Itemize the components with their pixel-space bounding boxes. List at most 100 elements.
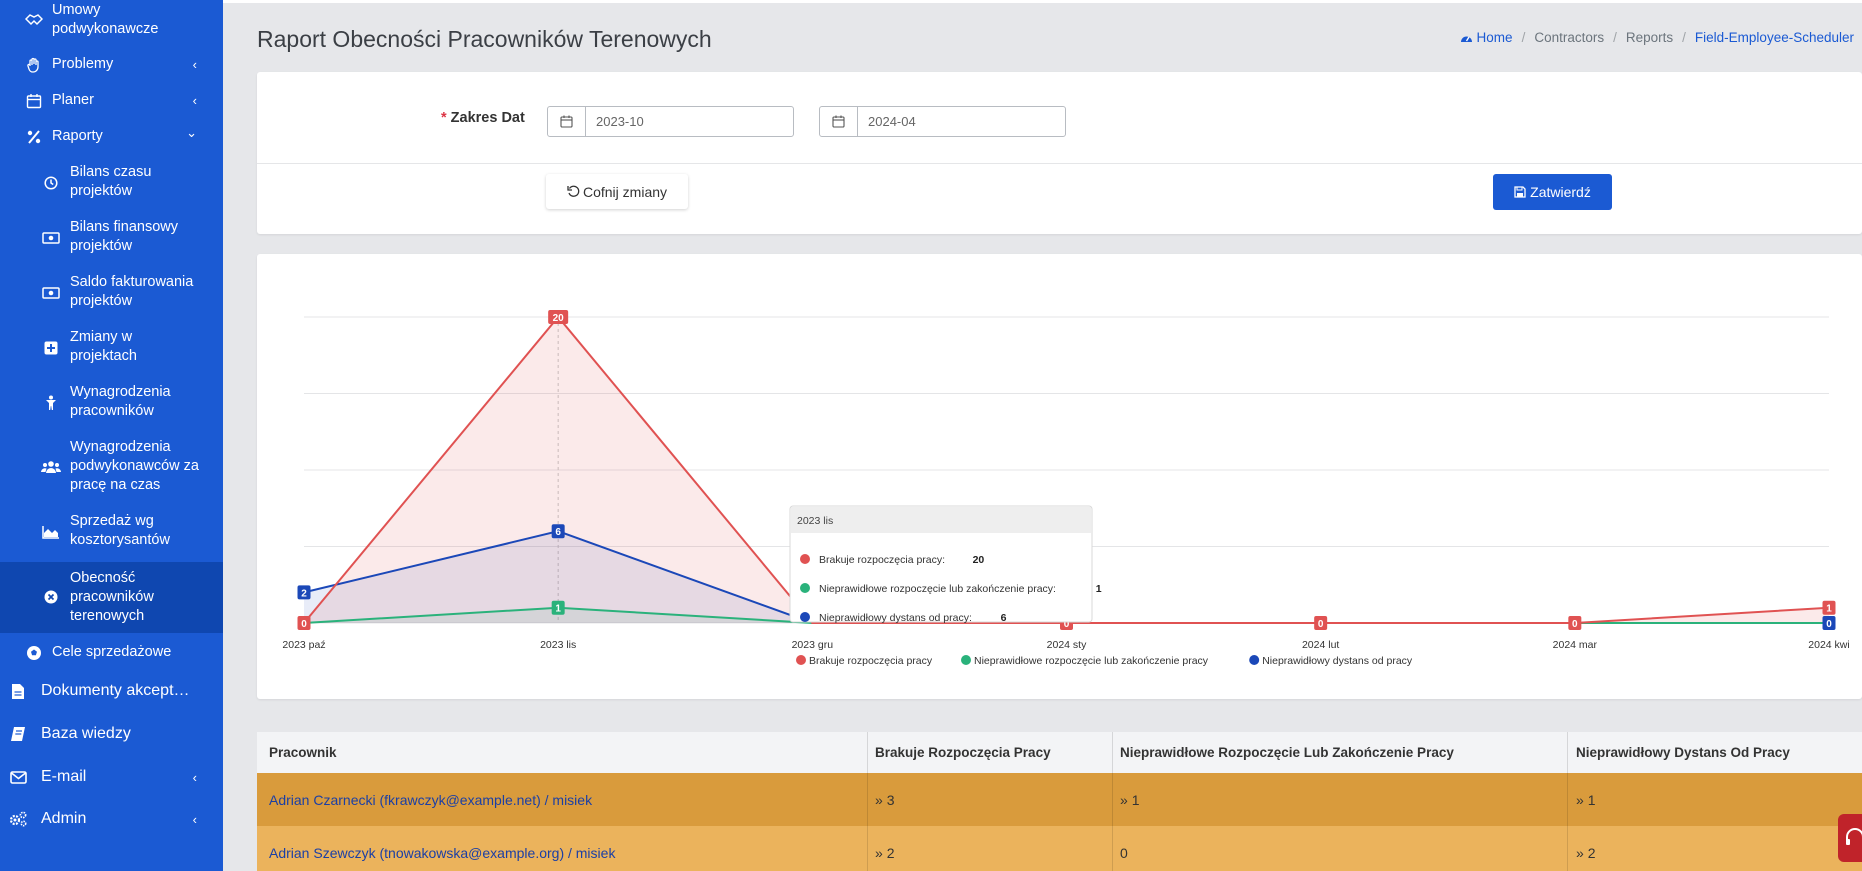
date-from-value[interactable]: 2023-10 [586, 107, 644, 136]
invalid-start-cell: 0 [1113, 826, 1568, 871]
reset-button[interactable]: Cofnij zmiany [546, 174, 688, 209]
money-icon [41, 228, 61, 248]
data-label: 20 [548, 310, 569, 324]
sidebar-item-saldo-fakturowania[interactable]: Saldo fakturowania projektów [0, 271, 223, 315]
invalid-distance-value: 1 [1587, 791, 1596, 808]
date-range-label: * Zakres Dat [441, 110, 525, 126]
sidebar-item-zmiany-w-projektach[interactable]: Zmiany w projektach [0, 326, 223, 370]
svg-text:20: 20 [553, 313, 565, 324]
money-icon [41, 283, 61, 303]
tooltip-row-label: Brakuje rozpoczęcia pracy: [819, 554, 945, 566]
legend-item[interactable]: Nieprawidłowe rozpoczęcie lub zakończeni… [961, 655, 1209, 667]
angle-double-right-icon: » [1120, 791, 1128, 808]
sidebar-item-dokumenty[interactable]: Dokumenty akcept… [0, 679, 223, 703]
sidebar-item-wynagrodzenia-pracownikow[interactable]: Wynagrodzenia pracowników [0, 381, 223, 425]
data-label: 1 [1822, 600, 1836, 615]
plus-square-icon [41, 338, 61, 358]
sidebar-item-label-2: projektów [70, 183, 133, 199]
sidebar-item-admin[interactable]: Admin ‹ [0, 807, 223, 831]
attendance-chart: 12600200 0 012023 paź 2023 lis 2023 gru 2024 … [282, 310, 1850, 667]
calendar-icon[interactable] [820, 107, 858, 136]
breadcrumb-current[interactable]: Field-Employee-Scheduler [1695, 30, 1854, 45]
sidebar-item-obecnosc-pracownikow[interactable]: Obecność pracowników terenowych [0, 562, 223, 633]
employee-link[interactable]: Adrian Czarnecki (fkrawczyk@example.net)… [269, 792, 592, 808]
invalid-distance-cell[interactable]: » 2 [1568, 826, 1862, 871]
sidebar-item-label-2: podwykonawców za [70, 458, 199, 474]
page-title: Raport Obecności Pracowników Terenowych [257, 26, 712, 52]
header-employee[interactable]: Pracownik [257, 732, 868, 773]
sidebar-item-baza-wiedzy[interactable]: Baza wiedzy [0, 722, 223, 746]
breadcrumb-contractors[interactable]: Contractors [1534, 30, 1604, 45]
chevron-left-icon: ‹ [192, 93, 197, 108]
sidebar-item-wynagrodzenia-podwykonawcow[interactable]: Wynagrodzenia podwykonawców za pracę na … [0, 436, 223, 498]
svg-text:Nieprawidłowy dystans od pracy: Nieprawidłowy dystans od pracy [1262, 655, 1413, 667]
sidebar-item-label-1: Umowy [52, 2, 101, 18]
submit-button[interactable]: Zatwierdź [1493, 174, 1612, 210]
svg-text:0: 0 [1826, 619, 1832, 630]
breadcrumb-home[interactable]: Home [1460, 30, 1513, 45]
missing-start-cell[interactable]: » 2 [868, 826, 1113, 871]
date-to-field[interactable]: 2024-04 [819, 106, 1066, 137]
invalid-start-cell[interactable]: » 1 [1113, 773, 1568, 826]
top-border [223, 0, 1862, 3]
invalid-distance-cell[interactable]: » 1 [1568, 773, 1862, 826]
sidebar-item-problemy[interactable]: Problemy ‹ [0, 53, 223, 77]
tooltip-title: 2023 lis [797, 515, 833, 527]
data-label: 0 [1568, 616, 1582, 630]
svg-text:0: 0 [1318, 619, 1324, 630]
legend-item[interactable]: Brakuje rozpoczęcia pracy [796, 655, 933, 667]
x-tick-label: 2024 sty [1047, 639, 1087, 651]
table-header-row: Pracownik Brakuje Rozpoczęcia Pracy Niep… [257, 732, 1862, 773]
date-from-field[interactable]: 2023-10 [547, 106, 794, 137]
chevron-left-icon: ‹ [192, 812, 197, 827]
undo-icon [567, 185, 580, 197]
x-tick-label: 2024 kwi [1808, 639, 1849, 651]
sidebar-item-planer[interactable]: Planer ‹ [0, 89, 223, 113]
submit-button-label: Zatwierdź [1530, 184, 1591, 200]
support-widget-button[interactable] [1838, 814, 1862, 862]
legend-item[interactable]: Nieprawidłowy dystans od pracy [1249, 655, 1413, 667]
sidebar-item-label: Cele sprzedażowe [52, 644, 172, 660]
envelope-icon [8, 767, 28, 787]
x-tick-label: 2023 lis [540, 639, 576, 651]
sidebar-item-sprzedaz-wg-kosztorysantow[interactable]: Sprzedaż wg kosztorysantów [0, 510, 223, 554]
breadcrumb-reports[interactable]: Reports [1626, 30, 1673, 45]
sidebar-item-bilans-czasu[interactable]: Bilans czasu projektów [0, 161, 223, 205]
sidebar-item-label-1: Bilans czasu [70, 164, 152, 180]
sidebar-item-cele-sprzedazowe[interactable]: Cele sprzedażowe [0, 640, 223, 664]
table-row: Adrian Szewczyk (tnowakowska@example.org… [257, 826, 1862, 871]
file-icon [8, 681, 28, 701]
invalid-start-value: 0 [1120, 844, 1128, 861]
sidebar-item-label: Admin [41, 810, 87, 827]
times-circle-icon [41, 587, 61, 607]
handshake-icon [24, 9, 44, 29]
breadcrumb-separator: / [1682, 30, 1686, 45]
sidebar-item-label-1: Wynagrodzenia [70, 439, 171, 455]
sidebar-item-bilans-finansowy[interactable]: Bilans finansowy projektów [0, 216, 223, 260]
sidebar-item-raporty[interactable]: Raporty ⌄ [0, 125, 223, 149]
date-to-value[interactable]: 2024-04 [858, 107, 916, 136]
book-icon [8, 724, 28, 744]
sidebar-item-label-2: pracowników [70, 589, 154, 605]
tooltip-row-value: 6 [1001, 612, 1007, 624]
angle-double-right-icon: » [875, 844, 883, 861]
employee-link[interactable]: Adrian Szewczyk (tnowakowska@example.org… [269, 845, 615, 861]
svg-text:2: 2 [301, 588, 307, 599]
main-content: Raport Obecności Pracowników Terenowych … [223, 0, 1862, 871]
chart-tooltip: 2023 lis Brakuje rozpoczęcia pracy: 20 Niep… [789, 505, 1102, 624]
angle-double-right-icon: » [875, 791, 883, 808]
headset-icon [1846, 828, 1862, 845]
sidebar-item-label-1: Bilans finansowy [70, 219, 178, 235]
missing-start-cell[interactable]: » 3 [868, 773, 1113, 826]
sidebar-item-umowy-podwykonawcze[interactable]: Umowy podwykonawcze [0, 0, 223, 40]
divider [257, 163, 1862, 164]
header-invalid-start-end[interactable]: Nieprawidłowe Rozpoczęcie Lub Zakończeni… [1113, 732, 1568, 773]
header-missing-start[interactable]: Brakuje Rozpoczęcia Pracy [868, 732, 1113, 773]
hand-icon [24, 55, 44, 75]
x-tick-label: 2024 lut [1302, 639, 1339, 651]
calendar-icon[interactable] [548, 107, 586, 136]
header-invalid-distance[interactable]: Nieprawidłowy Dystans Od Pracy [1568, 732, 1862, 773]
sidebar: Umowy podwykonawcze Problemy ‹ Planer ‹ … [0, 0, 223, 871]
data-label: 2 [297, 585, 311, 600]
sidebar-item-email[interactable]: E-mail ‹ [0, 765, 223, 789]
